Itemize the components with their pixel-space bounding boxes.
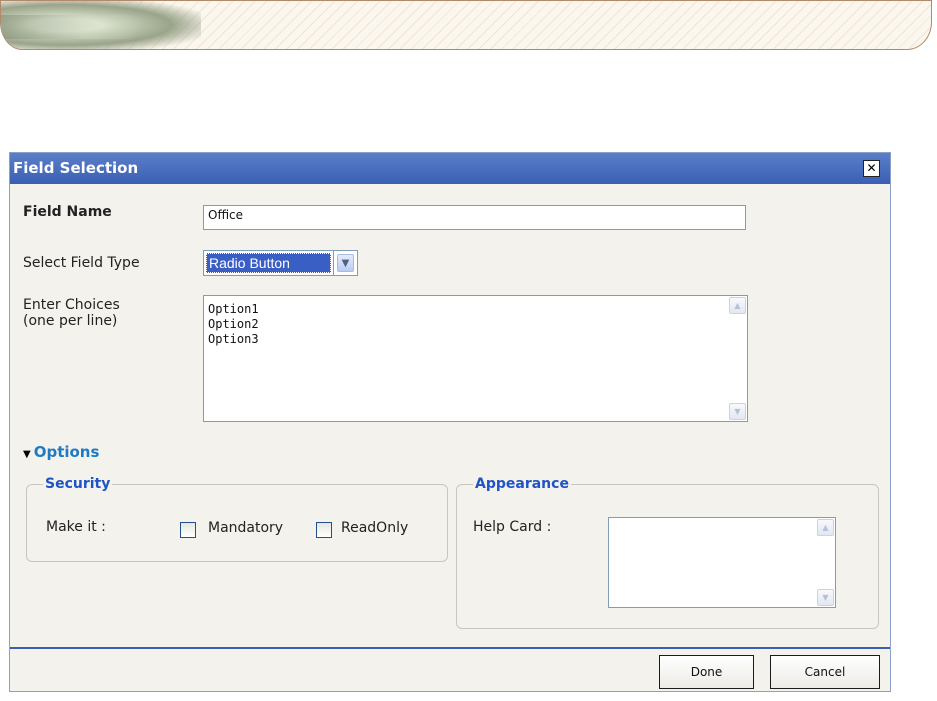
close-icon[interactable]: ✕ [863,160,880,177]
choice-line: Option3 [208,332,259,346]
field-name-input[interactable]: Office [203,205,746,230]
scroll-up-icon[interactable]: ▲ [729,297,746,314]
done-button[interactable]: Done [659,655,754,689]
chevron-down-icon[interactable]: ▼ [337,254,354,272]
field-type-label: Select Field Type [23,255,140,271]
help-card-label: Help Card : [473,519,552,535]
scroll-up-icon[interactable]: ▲ [817,519,834,536]
dropdown-arrow[interactable]: ▼ [334,250,358,276]
make-it-label: Make it : [46,519,106,535]
dialog-titlebar: Field Selection ✕ [10,153,890,184]
mandatory-label: Mandatory [208,520,284,536]
field-selection-dialog: Field Selection ✕ Field Name Office Sele… [9,152,891,692]
scroll-down-icon[interactable]: ▼ [729,403,746,420]
help-card-textarea[interactable]: ▲ ▼ [608,517,836,608]
choices-content: Option1 Option2 Option3 [208,302,259,347]
field-type-select[interactable]: Radio Button ▼ [203,250,358,276]
cancel-button[interactable]: Cancel [770,655,880,689]
field-type-selected-value[interactable]: Radio Button [203,250,334,276]
header-banner [0,0,932,50]
mandatory-checkbox[interactable] [180,522,196,538]
scroll-down-icon[interactable]: ▼ [817,589,834,606]
security-legend: Security [45,476,111,492]
readonly-label: ReadOnly [341,520,409,536]
choices-textarea[interactable]: Option1 Option2 Option3 ▲ ▼ [203,295,748,422]
readonly-checkbox[interactable] [316,522,332,538]
dialog-title: Field Selection [13,159,139,177]
options-toggle[interactable]: ▼ Options [23,443,99,461]
choices-scrollbar[interactable]: ▲ ▼ [729,297,746,420]
help-card-scrollbar[interactable]: ▲ ▼ [817,519,834,606]
footer-divider [10,647,890,649]
choice-line: Option1 [208,302,259,316]
field-name-label: Field Name [23,204,112,220]
banner-artwork [1,1,201,49]
appearance-legend: Appearance [475,476,569,492]
choices-label: Enter Choices (one per line) [23,297,120,329]
caret-down-icon: ▼ [23,449,31,460]
choice-line: Option2 [208,317,259,331]
